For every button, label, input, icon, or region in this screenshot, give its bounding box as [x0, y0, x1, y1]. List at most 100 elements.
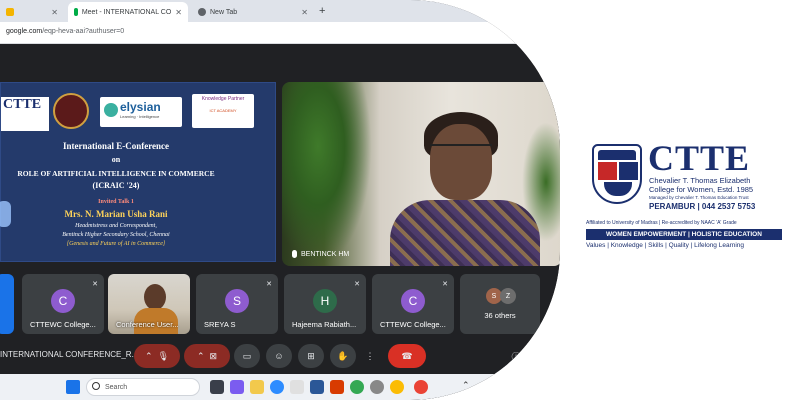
- avatar: S: [225, 289, 249, 313]
- people-icon: 👥: [534, 350, 546, 361]
- present-icon: ⊞: [307, 350, 315, 361]
- slide-talk-title: [Genesis and Future of AI in Commerce]: [66, 241, 166, 247]
- participant-name: Hajeema Rabiath...: [292, 320, 357, 329]
- others-count: 36 others: [484, 311, 516, 320]
- presentation-tile[interactable]: CTTE elysian Learning · Intelligence Kno…: [0, 82, 276, 262]
- tray-icon[interactable]: [498, 382, 508, 392]
- slide-topic: ROLE OF ARTIFICIAL INTELLIGENCE IN COMME…: [17, 169, 215, 178]
- taskbar-search[interactable]: Search: [86, 378, 200, 396]
- avatar: H: [313, 289, 337, 313]
- mic-toggle-button[interactable]: ⌃ 🎙: [134, 344, 180, 368]
- participant-tile[interactable]: ✕ S SREYA S: [196, 274, 278, 334]
- meeting-info-button[interactable]: ⓘ: [508, 344, 524, 368]
- windows-taskbar: Search ⌃: [0, 374, 560, 400]
- avatar: C: [51, 289, 75, 313]
- tab-favicon: [6, 8, 14, 16]
- slide-logos: CTTE elysian Learning · Intelligence Kno…: [1, 91, 277, 135]
- speaker-name: BENTINCK HM: [301, 250, 350, 258]
- mic-off-icon: ✕: [442, 281, 448, 288]
- slide-on: on: [111, 155, 121, 164]
- participant-tile[interactable]: ✕ C CTTEWC College...: [372, 274, 454, 334]
- shield-quarter: [619, 162, 638, 180]
- captions-button[interactable]: ▭: [234, 344, 260, 368]
- emoji-icon: ☺: [274, 351, 284, 361]
- browser-tab-strip: ✕ Meet - INTERNATIONAL CO ✕ New Tab ✕ +: [0, 0, 560, 22]
- people-button[interactable]: 👥: [532, 344, 548, 368]
- chevron-up-icon[interactable]: ⌃: [197, 351, 205, 362]
- close-icon[interactable]: ✕: [175, 8, 182, 17]
- tab-previous[interactable]: ✕: [0, 2, 64, 22]
- edge-icon[interactable]: [270, 380, 284, 394]
- affiliation: Affiliated to University of Madras | Re-…: [586, 220, 737, 226]
- elysian-name: elysian: [120, 100, 161, 114]
- knowledge-partner-logo: Knowledge Partner ICT ACADEMY: [192, 94, 254, 128]
- participant-tile[interactable]: Conference User...: [108, 274, 190, 334]
- shield-quarter: [598, 162, 617, 180]
- avatar: C: [401, 289, 425, 313]
- brand-name: CTTE: [648, 138, 751, 178]
- slide-speaker: Mrs. N. Marian Usha Rani: [64, 209, 168, 219]
- emoji-button[interactable]: ☺: [266, 344, 292, 368]
- url-host: google.com: [6, 28, 43, 35]
- chevron-up-icon[interactable]: ⌃: [462, 380, 476, 394]
- chrome-icon[interactable]: [414, 380, 428, 394]
- participant-name: SREYA S: [204, 320, 236, 329]
- participant-tile-partial[interactable]: [0, 274, 14, 334]
- close-icon[interactable]: ✕: [51, 8, 58, 17]
- file-explorer-icon[interactable]: [250, 380, 264, 394]
- participant-tile[interactable]: ✕ H Hajeema Rabiath...: [284, 274, 366, 334]
- camera-toggle-button[interactable]: ⌃ ⊠: [184, 344, 230, 368]
- chrome-icon[interactable]: [350, 380, 364, 394]
- url-text[interactable]: google.com/eqp-heva-aai?authuser=0: [6, 28, 124, 35]
- search-icon: [92, 382, 100, 390]
- more-options-button[interactable]: ⋮: [362, 344, 378, 368]
- slide-speaker-org: Bentinck Higher Secondary School, Chenna…: [62, 232, 170, 238]
- copilot-icon[interactable]: [230, 380, 244, 394]
- tagline-banner: WOMEN EMPOWERMENT | HOLISTIC EDUCATION: [586, 229, 782, 240]
- hand-icon: ✋: [337, 350, 349, 361]
- app-icon[interactable]: [370, 380, 384, 394]
- managed-by: Managed by Chevalier T. Thomas Education…: [649, 195, 749, 200]
- shield-base: [604, 182, 632, 196]
- participant-tile[interactable]: ✕ C CTTEWC College...: [22, 274, 104, 334]
- camera-off-icon: ⊠: [209, 350, 218, 361]
- participant-name: CTTEWC College...: [380, 320, 446, 329]
- college-seal-icon: [53, 93, 89, 129]
- url-path: /eqp-heva-aai?authuser=0: [42, 28, 125, 35]
- values-line: Values | Knowledge | Skills | Quality | …: [586, 242, 745, 249]
- info-icon: ⓘ: [511, 351, 521, 362]
- search-placeholder: Search: [105, 383, 128, 391]
- tab-new-tab[interactable]: New Tab ✕: [192, 2, 314, 22]
- chrome-icon[interactable]: [390, 380, 404, 394]
- leave-call-button[interactable]: ☎: [388, 344, 426, 368]
- slide-speaker-role: Headmistress and Correspondent,: [75, 223, 157, 229]
- college-shield-icon: [592, 144, 642, 204]
- app-icon[interactable]: [310, 380, 324, 394]
- app-icon[interactable]: [330, 380, 344, 394]
- speaker-face: [430, 124, 492, 200]
- mic-off-icon: ✕: [92, 281, 98, 288]
- address-bar[interactable]: google.com/eqp-heva-aai?authuser=0: [0, 22, 560, 44]
- raise-hand-button[interactable]: ✋: [330, 344, 356, 368]
- tab-meet[interactable]: Meet - INTERNATIONAL CO ✕: [68, 2, 188, 22]
- meet-control-bar: INTERNATIONAL CONFERENCE_R... ⌃ 🎙 ⌃ ⊠ ▭ …: [0, 340, 560, 370]
- mic-off-icon: 🎙: [157, 350, 169, 361]
- close-icon[interactable]: ✕: [301, 8, 308, 17]
- store-icon[interactable]: [290, 380, 304, 394]
- speaker-glasses: [430, 144, 492, 154]
- speaker-video-tile[interactable]: BENTINCK HM: [282, 82, 560, 266]
- college-name-line2: College for Women, Estd. 1985: [649, 185, 754, 194]
- kp-sub: ICT ACADEMY: [209, 108, 237, 113]
- others-tile[interactable]: S Z 36 others: [460, 274, 540, 334]
- tray-icon[interactable]: [480, 382, 490, 392]
- new-tab-button[interactable]: +: [319, 5, 325, 17]
- slide-abbr: (ICRAIC '24): [92, 181, 140, 190]
- windows-start-icon[interactable]: [66, 380, 80, 394]
- mic-icon: [292, 250, 297, 258]
- chevron-up-icon[interactable]: ⌃: [145, 351, 153, 362]
- task-view-icon[interactable]: [210, 380, 224, 394]
- tab-label: New Tab: [210, 8, 238, 16]
- slide-logo-text: CTTE: [3, 97, 42, 112]
- more-vert-icon: ⋮: [365, 350, 375, 361]
- present-button[interactable]: ⊞: [298, 344, 324, 368]
